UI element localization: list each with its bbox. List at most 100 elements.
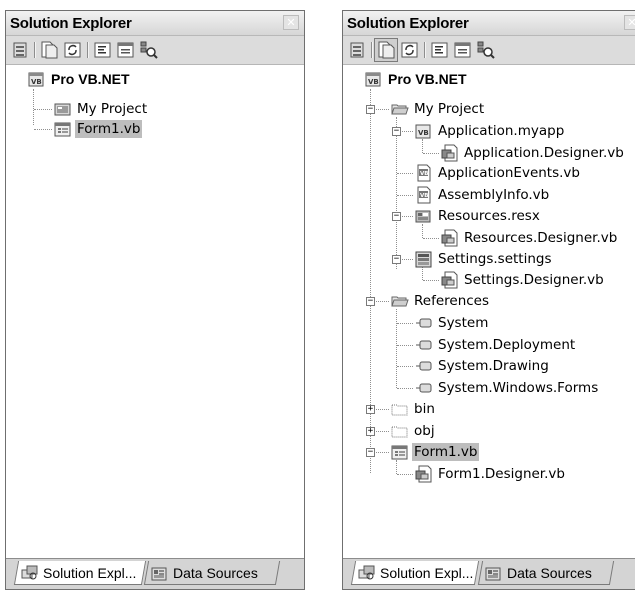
title-bar: Solution Explorer ✕ bbox=[343, 11, 635, 36]
designer-file-icon bbox=[415, 465, 433, 483]
close-button[interactable]: ✕ bbox=[624, 15, 635, 30]
tree-item-assembly-info[interactable]: AssemblyInfo.vb bbox=[415, 185, 551, 205]
myapp-file-icon bbox=[415, 122, 433, 140]
show-all-files-icon[interactable] bbox=[40, 41, 58, 59]
tree-item-settings[interactable]: Settings.settings bbox=[415, 249, 554, 269]
hidden-folder-icon bbox=[391, 422, 409, 440]
vb-code-file-icon bbox=[415, 186, 433, 204]
tree-guide bbox=[34, 109, 52, 110]
tab-data-sources[interactable]: Data Sources bbox=[477, 561, 615, 585]
tab-solution-explorer[interactable]: Solution Expl... bbox=[350, 561, 480, 585]
panel-tabs: Solution Expl... Data Sources bbox=[6, 558, 304, 589]
vb-code-file-icon bbox=[415, 164, 433, 182]
tree-item-my-project[interactable]: My Project bbox=[54, 99, 149, 119]
form-icon bbox=[54, 120, 72, 138]
open-folder-icon bbox=[391, 292, 409, 310]
panel-title: Solution Explorer bbox=[10, 15, 132, 32]
expand-collapse-toggle[interactable]: − bbox=[366, 105, 375, 114]
tree-guide bbox=[422, 139, 423, 153]
solution-explorer-icon bbox=[358, 564, 376, 582]
tree-item-reference-drawing[interactable]: System.Drawing bbox=[415, 356, 551, 376]
data-sources-icon bbox=[485, 564, 503, 582]
expand-collapse-toggle[interactable]: + bbox=[366, 427, 375, 436]
toolbar-separator bbox=[87, 42, 89, 58]
reference-icon bbox=[415, 379, 433, 397]
vb-project-icon bbox=[365, 70, 383, 88]
expand-collapse-toggle[interactable]: − bbox=[392, 212, 401, 221]
designer-file-icon bbox=[441, 271, 459, 289]
show-all-files-icon[interactable] bbox=[374, 38, 398, 62]
tree-item-application-myapp[interactable]: Application.myapp bbox=[415, 121, 566, 141]
tree-item-reference-deployment[interactable]: System.Deployment bbox=[415, 335, 577, 355]
tree-item-application-events[interactable]: ApplicationEvents.vb bbox=[415, 163, 582, 183]
tree-item-settings-designer[interactable]: Settings.Designer.vb bbox=[441, 270, 606, 290]
refresh-icon[interactable] bbox=[401, 41, 419, 59]
designer-file-icon bbox=[441, 229, 459, 247]
hidden-folder-icon bbox=[391, 400, 409, 418]
tree-guide bbox=[423, 153, 439, 154]
tab-data-sources[interactable]: Data Sources bbox=[143, 561, 281, 585]
tree-guide bbox=[397, 323, 413, 324]
expand-collapse-toggle[interactable]: − bbox=[392, 127, 401, 136]
tree-guide bbox=[33, 89, 34, 125]
tree-guide bbox=[396, 309, 397, 388]
tree-item-resources-resx[interactable]: Resources.resx bbox=[415, 206, 542, 226]
open-folder-icon bbox=[391, 100, 409, 118]
close-button[interactable]: ✕ bbox=[283, 15, 299, 30]
designer-file-icon bbox=[441, 144, 459, 162]
view-code-icon[interactable] bbox=[94, 41, 112, 59]
tree-item-obj[interactable]: obj bbox=[391, 421, 437, 441]
reference-icon bbox=[415, 336, 433, 354]
toolbar bbox=[343, 36, 635, 65]
tree-item-reference-system[interactable]: System bbox=[415, 313, 490, 333]
class-view-icon[interactable] bbox=[477, 41, 495, 59]
tree-item-form1-designer[interactable]: Form1.Designer.vb bbox=[415, 464, 567, 484]
tree-item-reference-windows-forms[interactable]: System.Windows.Forms bbox=[415, 378, 600, 398]
tree-guide bbox=[397, 474, 413, 475]
reference-icon bbox=[415, 314, 433, 332]
toolbar bbox=[6, 36, 304, 65]
vb-project-icon bbox=[28, 70, 46, 88]
tree-guide bbox=[397, 173, 413, 174]
tree-guide bbox=[423, 280, 439, 281]
tree-guide bbox=[423, 238, 439, 239]
expand-collapse-toggle[interactable]: − bbox=[366, 448, 375, 457]
tree-guide bbox=[422, 224, 423, 238]
reference-icon bbox=[415, 357, 433, 375]
expand-collapse-toggle[interactable]: − bbox=[366, 297, 375, 306]
tree-guide bbox=[397, 345, 413, 346]
tree-item-form1[interactable]: Form1.vb bbox=[391, 442, 480, 462]
view-designer-icon[interactable] bbox=[454, 41, 472, 59]
data-sources-icon bbox=[151, 564, 169, 582]
solution-explorer-panel-expanded: Solution Explorer ✕ bbox=[342, 10, 635, 590]
panel-title: Solution Explorer bbox=[347, 15, 469, 32]
toolbar-separator bbox=[34, 42, 36, 58]
expand-collapse-toggle[interactable]: − bbox=[392, 255, 401, 264]
tree-item-bin[interactable]: bin bbox=[391, 399, 437, 419]
tree-guide bbox=[370, 89, 371, 473]
expand-collapse-toggle[interactable]: + bbox=[366, 405, 375, 414]
view-designer-icon[interactable] bbox=[117, 41, 135, 59]
tree-guide bbox=[396, 460, 397, 474]
solution-tree: Pro VB.NET My Project Form1.vb bbox=[6, 65, 304, 559]
tree-item-form1[interactable]: Form1.vb bbox=[54, 119, 143, 139]
view-code-icon[interactable] bbox=[431, 41, 449, 59]
my-project-icon bbox=[54, 100, 72, 118]
resources-file-icon bbox=[415, 207, 433, 225]
refresh-icon[interactable] bbox=[64, 41, 82, 59]
title-bar: Solution Explorer ✕ bbox=[6, 11, 304, 36]
tab-solution-explorer[interactable]: Solution Expl... bbox=[13, 561, 147, 585]
form-icon bbox=[391, 443, 409, 461]
solution-tree: − − − − − + + − Pro VB.NET My Project Ap… bbox=[343, 65, 635, 559]
class-view-icon[interactable] bbox=[140, 41, 158, 59]
solution-explorer-icon bbox=[21, 564, 39, 582]
properties-icon[interactable] bbox=[12, 41, 30, 59]
tree-item-references[interactable]: References bbox=[391, 291, 491, 311]
tree-item-application-designer[interactable]: Application.Designer.vb bbox=[441, 143, 626, 163]
tree-guide bbox=[397, 388, 413, 389]
tree-item-my-project[interactable]: My Project bbox=[391, 99, 486, 119]
tree-item-resources-designer[interactable]: Resources.Designer.vb bbox=[441, 228, 619, 248]
tree-item-project[interactable]: Pro VB.NET bbox=[365, 69, 469, 89]
properties-icon[interactable] bbox=[349, 41, 367, 59]
tree-item-project[interactable]: Pro VB.NET bbox=[28, 69, 132, 89]
